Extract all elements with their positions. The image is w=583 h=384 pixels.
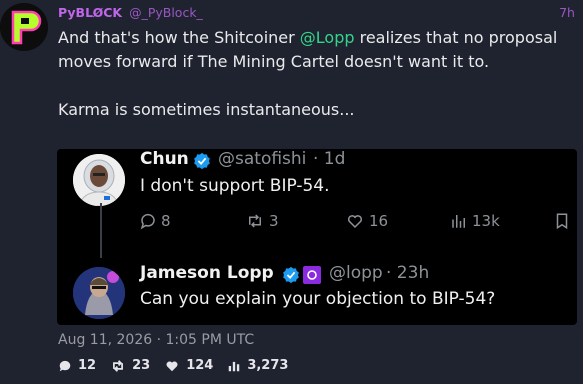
lopp-avatar[interactable] [73,267,125,319]
stat-reposts-count: 23 [132,358,151,373]
quoted-thread-embed[interactable]: Chun @satofishi · 1d I don't support BIP… [57,149,577,325]
reply-icon [59,360,71,371]
post-header: PyBLØCK @_PyBlock_ [58,5,203,20]
verified-badge-icon [283,266,299,284]
quoted-name-1[interactable]: Chun [140,149,189,169]
quoted-time-2[interactable]: · 23h [386,263,429,283]
post-time-ago[interactable]: 7h [559,5,575,20]
views-action[interactable]: 13k [450,212,500,230]
post-stats: 12 23 124 3,273 [58,358,288,373]
post-text-before-mention: And that's how the Shitcoiner [58,28,300,47]
astronaut-avatar-icon [73,154,125,206]
view-count: 13k [472,212,500,230]
author-avatar[interactable] [0,3,48,51]
like-action[interactable]: 16 [345,212,388,230]
repost-icon [113,359,124,372]
bookmark-icon [556,213,568,230]
stat-likes[interactable]: 124 [164,358,213,373]
repost-action[interactable]: 3 [245,212,279,230]
author-name[interactable]: PyBLØCK [58,5,122,20]
affiliate-badge-icon [303,266,321,284]
reply-action[interactable]: 8 [139,212,171,230]
views-icon [452,215,465,228]
like-icon [347,215,363,229]
stat-replies[interactable]: 12 [58,358,96,373]
quoted-handle-1[interactable]: @satofishi [218,149,306,169]
mention-link[interactable]: @Lopp [300,28,355,47]
stat-likes-count: 124 [186,358,214,373]
author-handle[interactable]: @_PyBlock_ [129,5,203,20]
reply-icon [140,213,155,230]
lopp-avatar-icon [73,267,125,319]
quoted-handle-2[interactable]: @lopp [329,263,383,283]
like-icon [166,361,178,371]
stat-reposts[interactable]: 23 [110,358,150,373]
repost-count: 3 [269,212,279,230]
quoted-text-1: I don't support BIP-54. [140,176,330,196]
stat-replies-count: 12 [78,358,97,373]
thread-connector-line [100,203,102,258]
chun-avatar[interactable] [73,154,125,206]
stat-views-count: 3,273 [247,358,289,373]
quoted-text-2: Can you explain your objection to BIP-54… [140,289,496,309]
views-icon [229,361,240,371]
verified-badge-icon [194,152,210,170]
repost-icon [249,214,261,228]
bookmark-action[interactable] [554,212,570,230]
post-timestamp[interactable]: Aug 11, 2026 · 1:05 PM UTC [58,332,254,348]
like-count: 16 [369,212,389,230]
stat-views[interactable]: 3,273 [227,358,288,373]
reply-count: 8 [161,212,171,230]
quoted-name-2[interactable]: Jameson Lopp [140,263,274,283]
post-text: And that's how the Shitcoiner @Lopp real… [58,26,578,122]
quoted-time-1[interactable]: · 1d [313,149,345,169]
pyblock-logo-icon [0,3,48,51]
